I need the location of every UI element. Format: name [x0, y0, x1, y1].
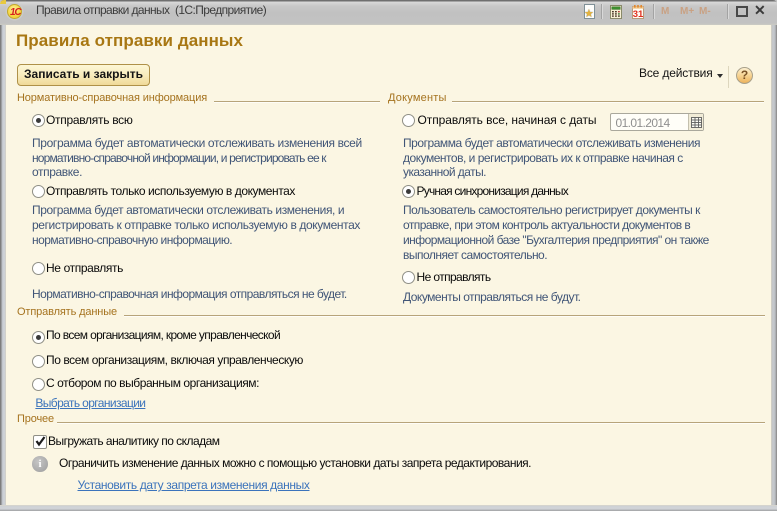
svg-text:31: 31 — [633, 9, 644, 19]
